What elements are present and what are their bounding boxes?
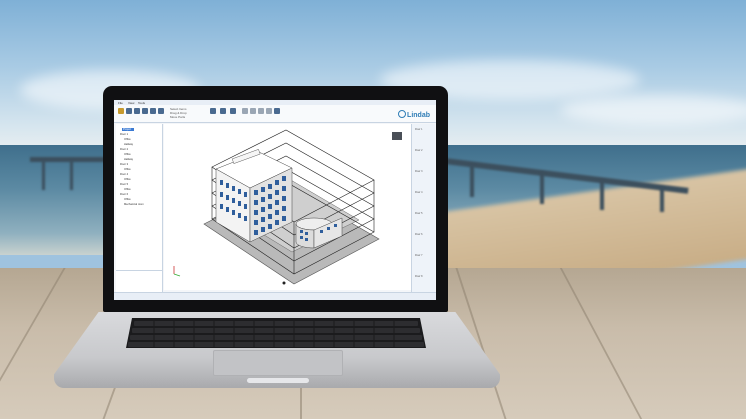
tree-item[interactable]: Floor 1 [120, 133, 128, 136]
floor-list-item[interactable]: Floor 1 [415, 128, 422, 131]
ribbon-button[interactable] [250, 108, 256, 114]
3d-viewport[interactable] [164, 124, 411, 290]
ribbon-button[interactable] [142, 108, 148, 114]
status-bar [114, 292, 436, 300]
tree-item[interactable]: Office [124, 188, 131, 191]
logo-text: Lindab [407, 112, 430, 119]
ribbon-button[interactable] [242, 108, 248, 114]
view-cube-icon[interactable] [392, 132, 402, 140]
properties-panel [116, 270, 162, 293]
tree-item[interactable]: Office [124, 198, 131, 201]
ribbon-button[interactable] [158, 108, 164, 114]
tree-item[interactable]: Floor 6 [120, 193, 128, 196]
pier-right-post [540, 172, 544, 204]
ribbon-button[interactable] [258, 108, 264, 114]
floor-list-item[interactable]: Floor 7 [415, 254, 422, 257]
tree-item[interactable]: Office [124, 153, 131, 156]
floor-list-item[interactable]: Floor 2 [415, 149, 422, 152]
axis-icon [173, 266, 181, 277]
building-model-icon [173, 129, 402, 285]
photo-scene: File View Tools Select Items Drag & Drop… [0, 0, 746, 419]
tree-item[interactable]: Office [124, 168, 131, 171]
app-ribbon: Select Items Drag & Drop Move Parts Lind… [114, 105, 436, 123]
tree-item[interactable]: Hallway [124, 143, 133, 146]
ribbon-label[interactable]: Move Parts [170, 115, 185, 119]
floor-list-item[interactable]: Floor 3 [415, 170, 422, 173]
laptop-notch [247, 378, 309, 383]
ribbon-button[interactable] [126, 108, 132, 114]
floor-list-item[interactable]: Floor 8 [415, 275, 422, 278]
tree-item[interactable]: Floor 5 [120, 183, 128, 186]
ribbon-button[interactable] [210, 108, 216, 114]
tree-item[interactable]: Office [124, 178, 131, 181]
pier-right-post [470, 165, 474, 197]
tree-item[interactable]: Mechanical room [124, 203, 144, 206]
ribbon-button[interactable] [134, 108, 140, 114]
laptop-keyboard [126, 318, 426, 348]
floor-list-item[interactable]: Floor 4 [415, 191, 422, 194]
laptop-screen: File View Tools Select Items Drag & Drop… [114, 100, 436, 300]
ribbon-button[interactable] [266, 108, 272, 114]
ribbon-button[interactable] [274, 108, 280, 114]
floor-list-item[interactable]: Floor 5 [415, 212, 422, 215]
floor-list-panel: Floor 1 Floor 2 Floor 3 Floor 4 Floor 5 … [411, 124, 435, 292]
tree-item[interactable]: Floor 3 [120, 163, 128, 166]
lindab-logo-icon [398, 110, 407, 118]
ribbon-button[interactable] [220, 108, 226, 114]
tree-item[interactable]: Office [124, 138, 131, 141]
laptop-trackpad [213, 350, 343, 376]
pier-left-post [70, 160, 73, 190]
lindab-logo: Lindab [398, 110, 430, 119]
tree-item[interactable]: Floor 4 [120, 173, 128, 176]
tree-item[interactable]: Hallway [124, 158, 133, 161]
cloud [560, 95, 746, 125]
ribbon-button[interactable] [230, 108, 236, 114]
ribbon-button[interactable] [118, 108, 124, 114]
tree-item[interactable]: Floor 2 [120, 148, 128, 151]
pier-right-post [660, 187, 664, 212]
ribbon-button[interactable] [150, 108, 156, 114]
pier-right-post [600, 180, 604, 210]
compass-icon [282, 281, 286, 285]
tree-item[interactable]: Project [123, 128, 131, 131]
pier-left-post [42, 160, 45, 190]
keys-icon [128, 321, 424, 347]
floor-list-item[interactable]: Floor 6 [415, 233, 422, 236]
